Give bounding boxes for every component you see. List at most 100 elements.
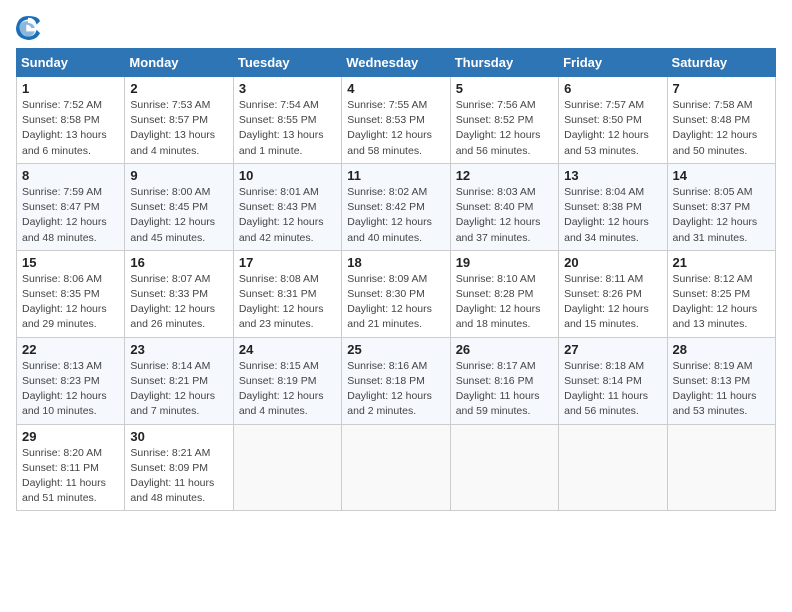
calendar-cell: 30 Sunrise: 8:21 AMSunset: 8:09 PMDayligh… [125, 424, 233, 511]
day-number: 17 [239, 255, 336, 270]
weekday-header-sunday: Sunday [17, 49, 125, 77]
calendar-cell [342, 424, 450, 511]
day-number: 15 [22, 255, 119, 270]
calendar-cell: 3 Sunrise: 7:54 AMSunset: 8:55 PMDaylight… [233, 77, 341, 164]
weekday-header-friday: Friday [559, 49, 667, 77]
calendar-cell: 7 Sunrise: 7:58 AMSunset: 8:48 PMDaylight… [667, 77, 775, 164]
calendar-cell: 27 Sunrise: 8:18 AMSunset: 8:14 PMDayligh… [559, 337, 667, 424]
weekday-header-thursday: Thursday [450, 49, 558, 77]
day-info: Sunrise: 7:54 AMSunset: 8:55 PMDaylight:… [239, 98, 336, 159]
calendar-cell [559, 424, 667, 511]
calendar-cell: 9 Sunrise: 8:00 AMSunset: 8:45 PMDaylight… [125, 163, 233, 250]
day-info: Sunrise: 8:18 AMSunset: 8:14 PMDaylight:… [564, 359, 661, 420]
day-info: Sunrise: 8:13 AMSunset: 8:23 PMDaylight:… [22, 359, 119, 420]
day-number: 16 [130, 255, 227, 270]
calendar-cell: 8 Sunrise: 7:59 AMSunset: 8:47 PMDaylight… [17, 163, 125, 250]
calendar-cell: 29 Sunrise: 8:20 AMSunset: 8:11 PMDayligh… [17, 424, 125, 511]
calendar-cell: 13 Sunrise: 8:04 AMSunset: 8:38 PMDayligh… [559, 163, 667, 250]
day-info: Sunrise: 8:21 AMSunset: 8:09 PMDaylight:… [130, 446, 227, 507]
day-number: 27 [564, 342, 661, 357]
calendar-cell: 16 Sunrise: 8:07 AMSunset: 8:33 PMDayligh… [125, 250, 233, 337]
day-info: Sunrise: 7:55 AMSunset: 8:53 PMDaylight:… [347, 98, 444, 159]
calendar-cell: 12 Sunrise: 8:03 AMSunset: 8:40 PMDayligh… [450, 163, 558, 250]
day-number: 29 [22, 429, 119, 444]
calendar-cell [450, 424, 558, 511]
day-info: Sunrise: 7:59 AMSunset: 8:47 PMDaylight:… [22, 185, 119, 246]
day-info: Sunrise: 7:58 AMSunset: 8:48 PMDaylight:… [673, 98, 770, 159]
day-info: Sunrise: 8:14 AMSunset: 8:21 PMDaylight:… [130, 359, 227, 420]
weekday-header-tuesday: Tuesday [233, 49, 341, 77]
calendar-cell: 10 Sunrise: 8:01 AMSunset: 8:43 PMDayligh… [233, 163, 341, 250]
day-info: Sunrise: 8:07 AMSunset: 8:33 PMDaylight:… [130, 272, 227, 333]
day-number: 23 [130, 342, 227, 357]
day-info: Sunrise: 8:20 AMSunset: 8:11 PMDaylight:… [22, 446, 119, 507]
day-number: 1 [22, 81, 119, 96]
day-info: Sunrise: 8:08 AMSunset: 8:31 PMDaylight:… [239, 272, 336, 333]
calendar-cell: 23 Sunrise: 8:14 AMSunset: 8:21 PMDayligh… [125, 337, 233, 424]
calendar-week-3: 15 Sunrise: 8:06 AMSunset: 8:35 PMDayligh… [17, 250, 776, 337]
day-number: 21 [673, 255, 770, 270]
day-info: Sunrise: 8:15 AMSunset: 8:19 PMDaylight:… [239, 359, 336, 420]
day-number: 18 [347, 255, 444, 270]
calendar-week-1: 1 Sunrise: 7:52 AMSunset: 8:58 PMDaylight… [17, 77, 776, 164]
calendar-cell: 5Sunrise: 7:56 AMSunset: 8:52 PMDaylight… [450, 77, 558, 164]
calendar-cell: 11 Sunrise: 8:02 AMSunset: 8:42 PMDayligh… [342, 163, 450, 250]
calendar-cell: 21 Sunrise: 8:12 AMSunset: 8:25 PMDayligh… [667, 250, 775, 337]
day-number: 30 [130, 429, 227, 444]
day-number: 9 [130, 168, 227, 183]
day-number: 26 [456, 342, 553, 357]
calendar-cell: 25 Sunrise: 8:16 AMSunset: 8:18 PMDayligh… [342, 337, 450, 424]
calendar-cell: 1 Sunrise: 7:52 AMSunset: 8:58 PMDaylight… [17, 77, 125, 164]
day-info: Sunrise: 7:57 AMSunset: 8:50 PMDaylight:… [564, 98, 661, 159]
day-info: Sunrise: 8:04 AMSunset: 8:38 PMDaylight:… [564, 185, 661, 246]
calendar-cell [667, 424, 775, 511]
calendar-cell: 19Sunrise: 8:10 AMSunset: 8:28 PMDayligh… [450, 250, 558, 337]
calendar-cell: 18 Sunrise: 8:09 AMSunset: 8:30 PMDayligh… [342, 250, 450, 337]
day-number: 2 [130, 81, 227, 96]
logo [16, 16, 44, 40]
calendar-cell: 26 Sunrise: 8:17 AMSunset: 8:16 PMDayligh… [450, 337, 558, 424]
day-info: Sunrise: 8:12 AMSunset: 8:25 PMDaylight:… [673, 272, 770, 333]
day-number: 7 [673, 81, 770, 96]
day-info: Sunrise: 8:03 AMSunset: 8:40 PMDaylight:… [456, 185, 553, 246]
day-number: 14 [673, 168, 770, 183]
calendar-cell: 20Sunrise: 8:11 AMSunset: 8:26 PMDayligh… [559, 250, 667, 337]
day-number: 22 [22, 342, 119, 357]
day-number: 24 [239, 342, 336, 357]
day-number: 28 [673, 342, 770, 357]
day-number: 4 [347, 81, 444, 96]
day-info: Sunrise: 8:10 AMSunset: 8:28 PMDaylight:… [456, 272, 553, 333]
logo-icon [16, 16, 40, 40]
day-info: Sunrise: 8:00 AMSunset: 8:45 PMDaylight:… [130, 185, 227, 246]
day-number: 20 [564, 255, 661, 270]
page-header [16, 16, 776, 40]
day-info: Sunrise: 8:17 AMSunset: 8:16 PMDaylight:… [456, 359, 553, 420]
day-number: 12 [456, 168, 553, 183]
calendar-week-2: 8 Sunrise: 7:59 AMSunset: 8:47 PMDaylight… [17, 163, 776, 250]
day-info: Sunrise: 7:52 AMSunset: 8:58 PMDaylight:… [22, 98, 119, 159]
calendar-cell: 28 Sunrise: 8:19 AMSunset: 8:13 PMDayligh… [667, 337, 775, 424]
day-info: Sunrise: 8:16 AMSunset: 8:18 PMDaylight:… [347, 359, 444, 420]
weekday-header-monday: Monday [125, 49, 233, 77]
calendar-week-4: 22 Sunrise: 8:13 AMSunset: 8:23 PMDayligh… [17, 337, 776, 424]
day-info: Sunrise: 8:01 AMSunset: 8:43 PMDaylight:… [239, 185, 336, 246]
calendar-week-5: 29 Sunrise: 8:20 AMSunset: 8:11 PMDayligh… [17, 424, 776, 511]
day-info: Sunrise: 8:09 AMSunset: 8:30 PMDaylight:… [347, 272, 444, 333]
day-number: 25 [347, 342, 444, 357]
day-number: 8 [22, 168, 119, 183]
day-info: Sunrise: 8:05 AMSunset: 8:37 PMDaylight:… [673, 185, 770, 246]
weekday-header-saturday: Saturday [667, 49, 775, 77]
weekday-header-wednesday: Wednesday [342, 49, 450, 77]
calendar-cell: 24 Sunrise: 8:15 AMSunset: 8:19 PMDayligh… [233, 337, 341, 424]
day-info: Sunrise: 7:53 AMSunset: 8:57 PMDaylight:… [130, 98, 227, 159]
calendar-cell: 2 Sunrise: 7:53 AMSunset: 8:57 PMDaylight… [125, 77, 233, 164]
day-number: 6 [564, 81, 661, 96]
day-number: 11 [347, 168, 444, 183]
day-number: 3 [239, 81, 336, 96]
day-info: Sunrise: 8:02 AMSunset: 8:42 PMDaylight:… [347, 185, 444, 246]
day-info: Sunrise: 8:19 AMSunset: 8:13 PMDaylight:… [673, 359, 770, 420]
day-number: 10 [239, 168, 336, 183]
weekday-header-row: SundayMondayTuesdayWednesdayThursdayFrid… [17, 49, 776, 77]
day-info: Sunrise: 8:06 AMSunset: 8:35 PMDaylight:… [22, 272, 119, 333]
day-number: 13 [564, 168, 661, 183]
